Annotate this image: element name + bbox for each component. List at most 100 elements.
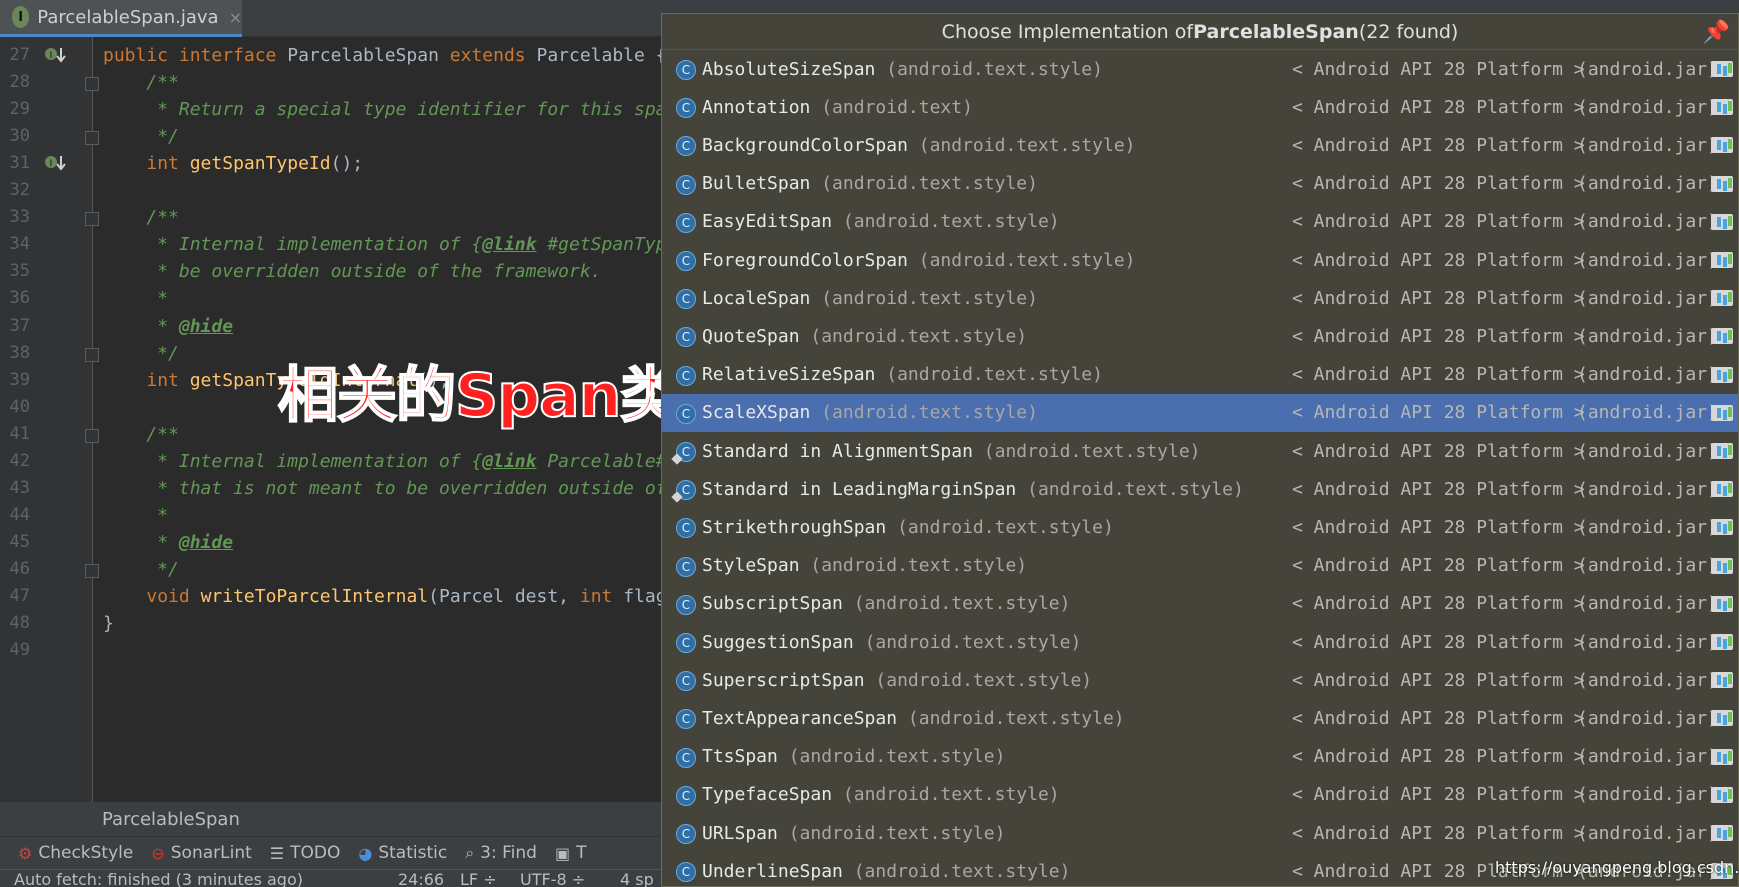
- line-number: 33: [9, 207, 30, 228]
- jar-name: (android.jar): [1577, 440, 1718, 462]
- class-name: UnderlineSpan (android.text.style): [702, 860, 1071, 882]
- line-number: 28: [9, 72, 30, 93]
- code-line: */: [157, 342, 179, 364]
- line-number: 46: [9, 558, 30, 579]
- library-icon: [1711, 290, 1733, 307]
- jar-name: (android.jar): [1577, 707, 1718, 729]
- class-package: (android.text.style): [853, 860, 1071, 882]
- implementation-item[interactable]: C AbsoluteSizeSpan (android.text.style) < …: [662, 50, 1738, 88]
- tool-window-3-find[interactable]: ⌕ 3: Find: [465, 843, 537, 863]
- library-icon: [1711, 786, 1733, 803]
- implementation-item[interactable]: C LocaleSpan (android.text.style) < Androi…: [662, 279, 1738, 317]
- implementation-item[interactable]: C EasyEditSpan (android.text.style) < Andr…: [662, 203, 1738, 241]
- fold-marker-icon[interactable]: [85, 77, 99, 92]
- line-number: 29: [9, 99, 30, 120]
- fold-marker-icon[interactable]: [85, 428, 99, 443]
- find-icon: ⌕: [465, 843, 475, 862]
- code-line: /**: [146, 423, 179, 445]
- fold-marker-icon[interactable]: [85, 563, 99, 578]
- tool-window-bar: ⚙ CheckStyle ⊖ SonarLint ☰ TODO ◕ Statistic ⌕ 3: …: [0, 836, 662, 869]
- editor-tab[interactable]: I ParcelableSpan.java ×: [0, 0, 242, 37]
- class-icon: C: [676, 60, 696, 80]
- close-icon[interactable]: ×: [229, 8, 242, 27]
- implementation-item[interactable]: C ForegroundColorSpan (android.text.style…: [662, 241, 1738, 279]
- popup-title-interface: ParcelableSpan: [1193, 20, 1359, 43]
- pin-icon[interactable]: 📌: [1703, 20, 1730, 45]
- tool-window-statistic[interactable]: ◕ Statistic: [358, 843, 447, 863]
- implementation-item[interactable]: C URLSpan (android.text.style) < Android A…: [662, 814, 1738, 852]
- implementation-item[interactable]: C StrikethroughSpan (android.text.style) <…: [662, 508, 1738, 546]
- implementation-item[interactable]: C BulletSpan (android.text.style) < Androi…: [662, 165, 1738, 203]
- line-number: 35: [9, 261, 30, 282]
- library-name: < Android API 28 Platform >: [1292, 669, 1585, 691]
- line-number: 44: [9, 504, 30, 525]
- gutter: 27 I 28 29 30 31 I 32 33 34 35 36 37 38 39 40 41 42 43 44 45…: [0, 37, 99, 802]
- breadcrumb-item[interactable]: ParcelableSpan: [102, 809, 240, 830]
- implementation-item[interactable]: C Standard in LeadingMarginSpan (android.…: [662, 470, 1738, 508]
- tab-file-name: ParcelableSpan.java: [37, 6, 219, 28]
- library-name: < Android API 28 Platform >: [1292, 822, 1585, 844]
- implementation-item[interactable]: C Standard in AlignmentSpan (android.text…: [662, 432, 1738, 470]
- library-name: < Android API 28 Platform >: [1292, 440, 1585, 462]
- implementation-item[interactable]: C QuoteSpan (android.text.style) < Android…: [662, 317, 1738, 355]
- file-encoding[interactable]: UTF-8 ÷: [520, 870, 585, 887]
- fold-marker-icon[interactable]: [85, 347, 99, 362]
- class-name: QuoteSpan (android.text.style): [702, 325, 1028, 347]
- class-icon: C: [676, 403, 696, 424]
- class-package: (android.text.style): [842, 784, 1060, 806]
- indent-setting[interactable]: 4 sp: [620, 870, 654, 887]
- implemented-marker-icon[interactable]: I: [44, 46, 68, 64]
- class-name: RelativeSizeSpan (android.text.style): [702, 364, 1103, 386]
- implementation-item[interactable]: C SubscriptSpan (android.text.style) < And…: [662, 585, 1738, 623]
- class-icon: C: [676, 174, 696, 195]
- jar-name: (android.jar): [1577, 478, 1718, 500]
- code-line: * Return a special type identifier for t…: [157, 99, 710, 121]
- implementation-item[interactable]: C TextAppearanceSpan (android.text.style)…: [662, 699, 1738, 737]
- implementation-item[interactable]: C StyleSpan (android.text.style) < Android…: [662, 547, 1738, 585]
- library-name: < Android API 28 Platform >: [1292, 555, 1585, 577]
- implementation-item[interactable]: C ScaleXSpan (android.text.style) < Androi…: [662, 393, 1738, 432]
- line-separator[interactable]: LF ÷: [460, 870, 497, 887]
- code-line: public interface ParcelableSpan extends …: [103, 45, 667, 66]
- implementation-item[interactable]: C SuggestionSpan (android.text.style) < An…: [662, 623, 1738, 661]
- tool-window-checkstyle[interactable]: ⚙ CheckStyle: [18, 843, 133, 863]
- tool-window-t[interactable]: ▣ T: [555, 843, 587, 863]
- jar-name: (android.jar): [1577, 516, 1718, 538]
- class-package: (android.text.style): [886, 58, 1103, 80]
- status-message[interactable]: Auto fetch: finished (3 minutes ago): [14, 870, 303, 887]
- implementation-item[interactable]: C SuperscriptSpan (android.text.style) < A…: [662, 661, 1738, 699]
- interface-icon: I: [12, 6, 30, 28]
- implementation-item[interactable]: C RelativeSizeSpan (android.text.style) < …: [662, 356, 1738, 394]
- implementation-item[interactable]: C BackgroundColorSpan (android.text.style…: [662, 126, 1738, 164]
- tool-window-sonarlint[interactable]: ⊖ SonarLint: [151, 843, 251, 863]
- library-icon: [1711, 443, 1733, 459]
- library-icon: [1711, 672, 1733, 689]
- fold-marker-icon[interactable]: [85, 212, 99, 227]
- library-icon: [1711, 825, 1733, 841]
- library-icon: [1711, 404, 1733, 421]
- tool-window-todo[interactable]: ☰ TODO: [270, 843, 341, 863]
- class-name: TtsSpan (android.text.style): [702, 746, 1006, 768]
- code-line: /**: [146, 72, 179, 94]
- class-name: TypefaceSpan (android.text.style): [702, 784, 1060, 806]
- library-name: < Android API 28 Platform >: [1292, 364, 1585, 386]
- implemented-marker-icon[interactable]: I: [44, 154, 68, 172]
- implementation-item[interactable]: C TtsSpan (android.text.style) < Android A…: [662, 738, 1738, 776]
- class-name: AbsoluteSizeSpan (android.text.style): [702, 58, 1103, 80]
- cursor-position[interactable]: 24:66: [398, 870, 444, 887]
- svg-text:I: I: [50, 159, 53, 169]
- jar-name: (android.jar): [1577, 325, 1718, 347]
- class-icon: C: [676, 594, 696, 615]
- implementation-item[interactable]: C TypefaceSpan (android.text.style) < Andr…: [662, 776, 1738, 814]
- class-name: StrikethroughSpan (android.text.style): [702, 516, 1114, 538]
- class-name: Annotation (android.text): [702, 96, 973, 118]
- breadcrumb[interactable]: ParcelableSpan: [0, 802, 662, 836]
- jar-name: (android.jar): [1577, 631, 1718, 653]
- checkstyle-icon: ⚙: [18, 843, 33, 863]
- line-number: 36: [9, 288, 30, 309]
- implementation-item[interactable]: C Annotation (android.text) < Android API …: [662, 88, 1738, 126]
- code-line: /**: [146, 207, 179, 229]
- fold-marker-icon[interactable]: [85, 131, 99, 146]
- class-package: (android.text.style): [810, 555, 1028, 577]
- jar-name: (android.jar): [1577, 364, 1718, 386]
